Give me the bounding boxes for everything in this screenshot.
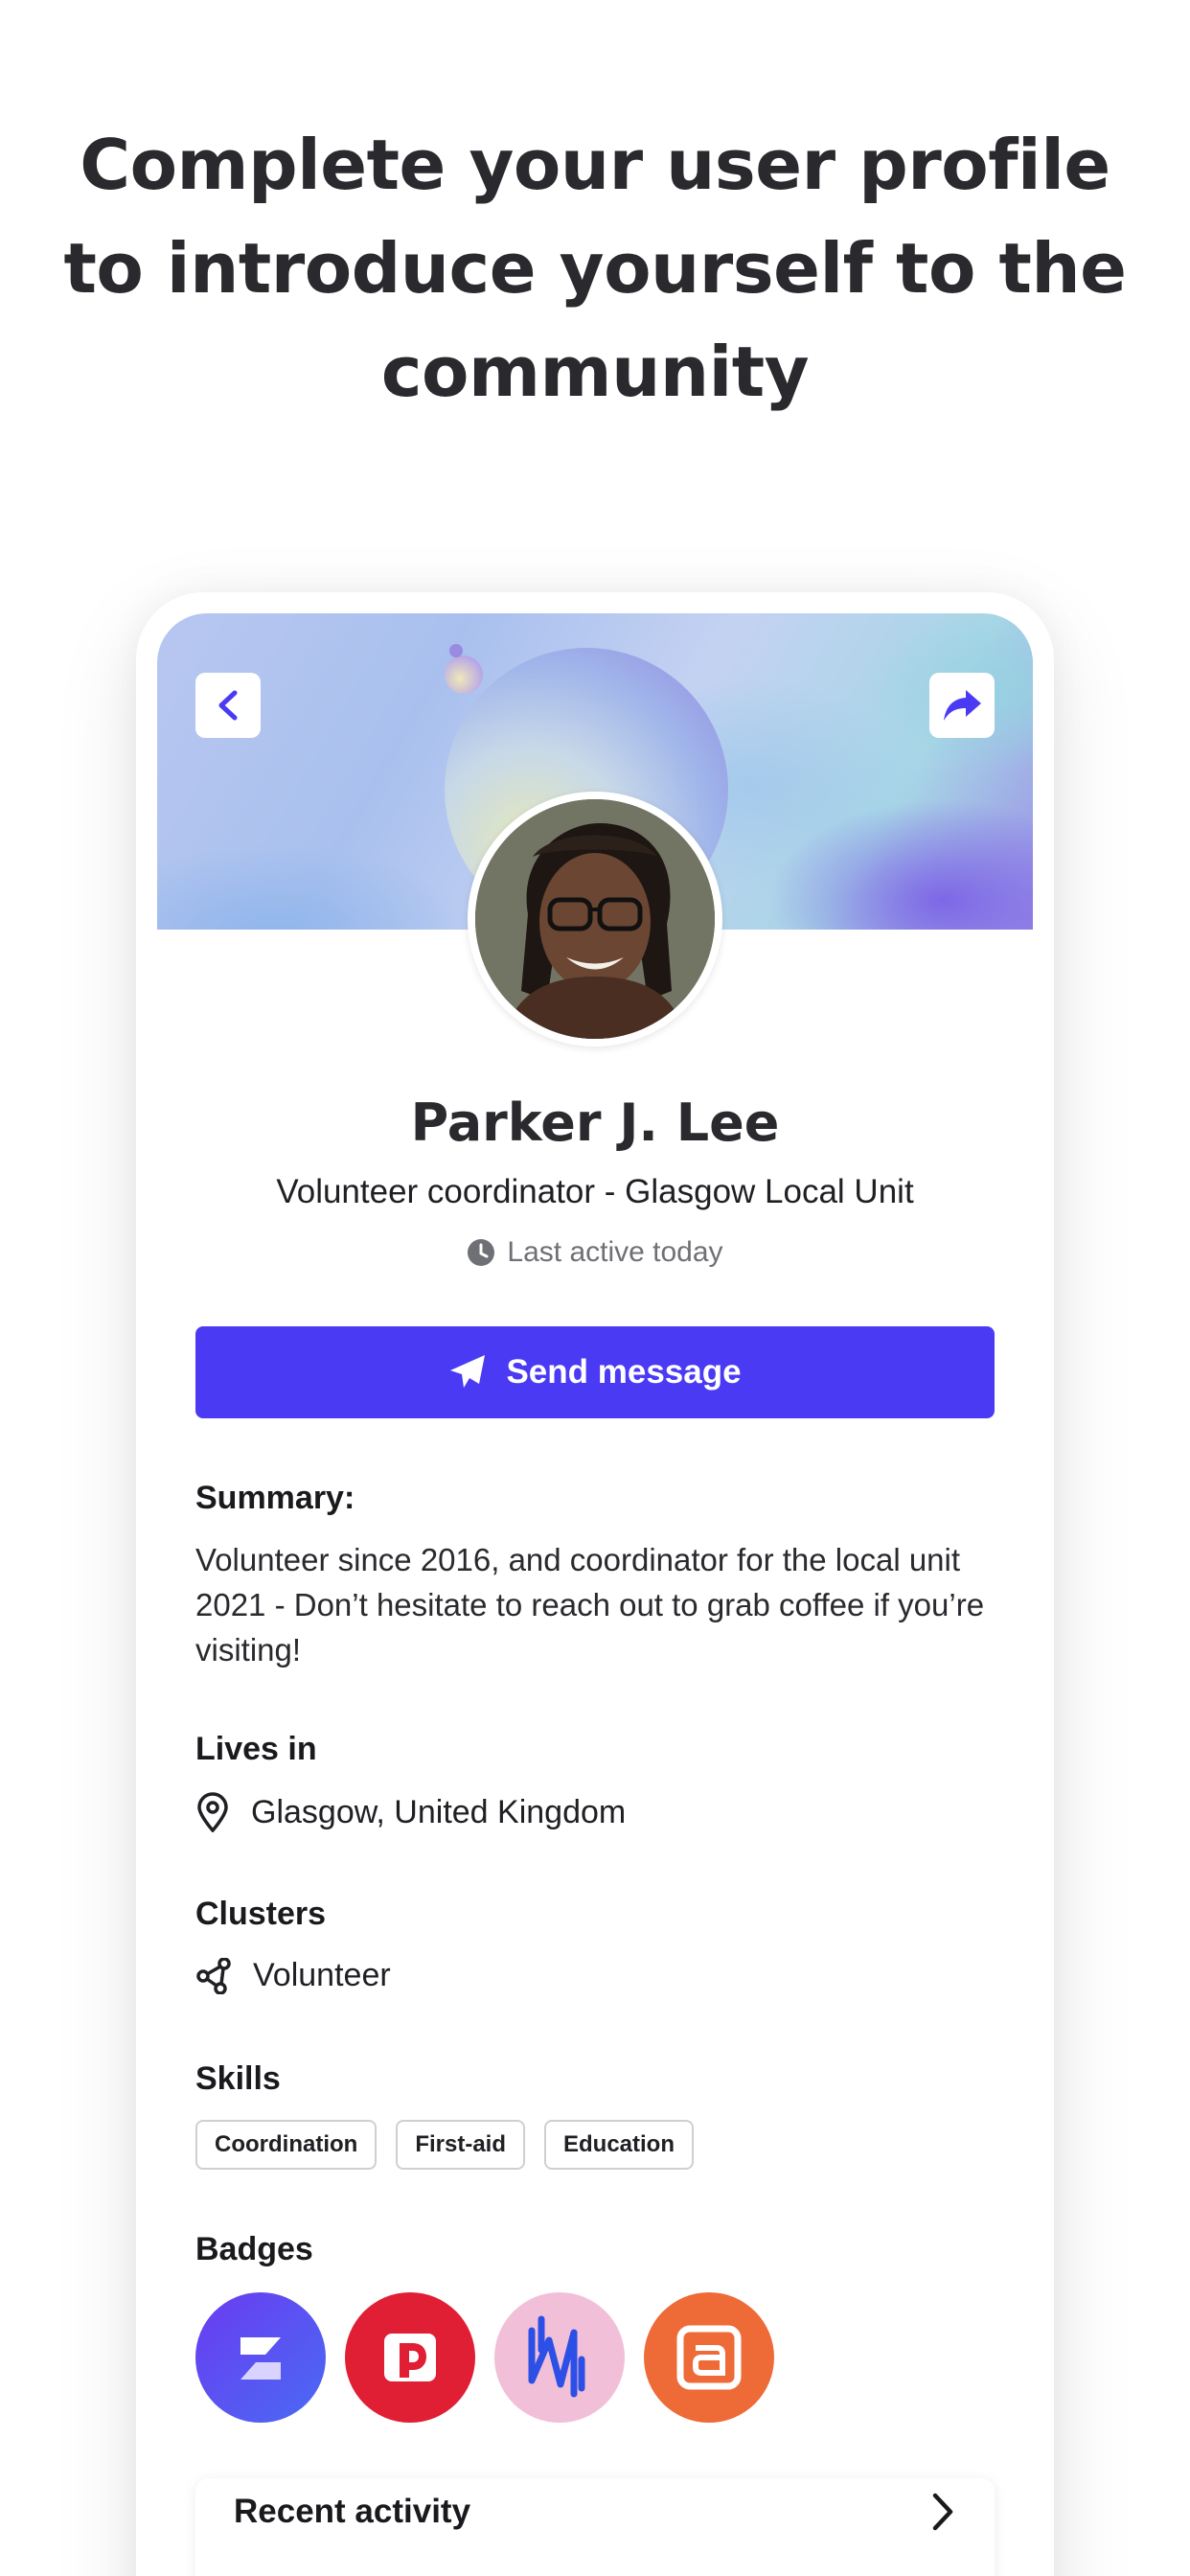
profile-screen: Parker J. Lee Volunteer coordinator - Gl… [157,613,1033,2576]
summary-text: Volunteer since 2016, and coordinator fo… [195,1542,985,1668]
back-button[interactable] [195,673,261,738]
skill-chip[interactable]: First-aid [396,2120,525,2170]
clock-icon [468,1239,495,1266]
last-active-text: Last active today [507,1236,723,1268]
recent-activity-card[interactable]: Recent activity [195,2478,995,2576]
badges-list [195,2292,774,2423]
clusters-row: Volunteer [195,1957,391,1994]
share-arrow-icon [944,690,981,721]
banner-small-orb [445,656,483,694]
avatar [475,799,715,1039]
skills-label: Skills [195,2060,281,2097]
stripes-logo-icon [240,2337,281,2380]
lives-in-value: Glasgow, United Kingdom [251,1793,627,1830]
paper-plane-icon [450,1355,486,1388]
avatar-portrait-icon [475,799,715,1039]
square-a-logo-icon [676,2325,742,2390]
clusters-label: Clusters [195,1896,327,1932]
chevron-right-icon [932,2493,953,2531]
location-pin-icon [197,1792,228,1832]
page-headline: Complete your user profile to introduce … [63,125,1127,412]
summary-label: Summary: [195,1480,355,1516]
recent-activity-label: Recent activity [234,2493,471,2530]
profile-name: Parker J. Lee [410,1092,780,1153]
send-message-label: Send message [506,1353,742,1391]
avatar-frame [468,792,722,1046]
badge-red-square[interactable] [345,2292,475,2423]
phone-frame: Parker J. Lee Volunteer coordinator - Gl… [136,592,1054,2576]
skills-list: Coordination First-aid Education [195,2120,695,2170]
send-message-button[interactable]: Send message [195,1326,995,1418]
lives-in-row: Glasgow, United Kingdom [195,1792,626,1832]
profile-role: Volunteer coordinator - Glasgow Local Un… [276,1173,914,1210]
banner-tiny-orb [449,644,463,657]
clusters-value: Volunteer [253,1957,391,1993]
lives-in-label: Lives in [195,1731,317,1767]
network-icon [196,1957,231,1994]
skill-chip[interactable]: Education [544,2120,695,2170]
badge-square-a[interactable] [644,2292,774,2423]
last-active-status: Last active today [157,1236,1033,1269]
red-square-logo-icon [384,2334,436,2381]
chevron-left-icon [218,690,238,721]
zigzag-logo-icon [528,2315,585,2398]
badge-zigzag[interactable] [494,2292,625,2423]
share-button[interactable] [929,673,995,738]
skill-chip[interactable]: Coordination [195,2120,378,2170]
badges-label: Badges [195,2231,313,2267]
badge-stripes[interactable] [195,2292,326,2423]
